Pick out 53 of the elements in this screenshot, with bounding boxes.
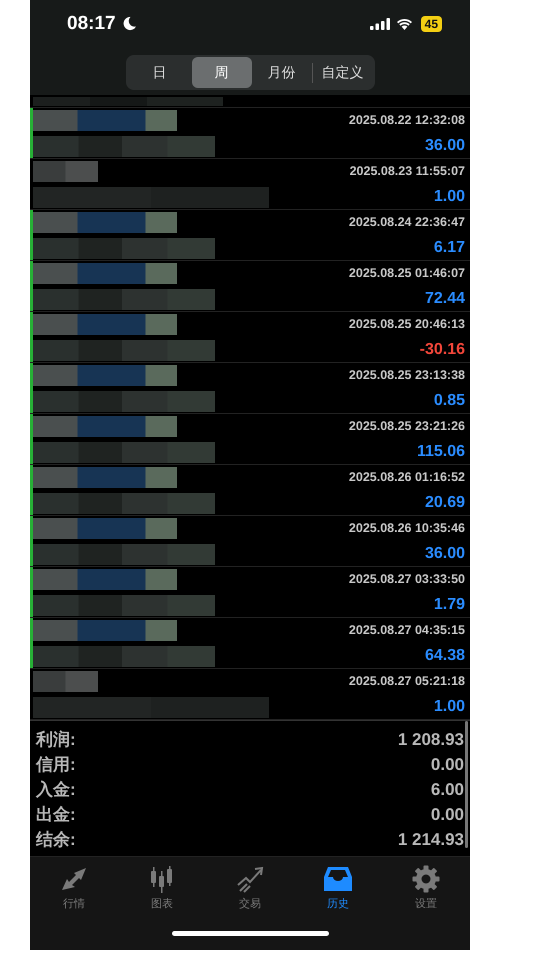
deal-amount: 0.85 [434,392,465,410]
summary-label: 信用: [36,754,76,776]
summary-value: 1 208.93 [398,730,464,750]
deal-time: 2025.08.24 22:36:47 [348,215,465,230]
deal-amount: 36.00 [424,137,465,156]
summary-label: 结余: [36,829,76,852]
deal-amount: 36.00 [424,545,465,564]
tab-quotes[interactable]: 行情 [30,857,118,918]
summary-value: 0.00 [430,804,464,825]
deal-time: 2025.08.27 04:35:15 [348,623,465,638]
tab-history[interactable]: 历史 [294,857,382,918]
deal-amount: 64.38 [424,647,465,666]
trend-arrow-icon [235,865,265,894]
summary-label: 入金: [36,779,76,802]
period-tab[interactable]: 日 [128,57,192,88]
moon-icon [122,16,137,32]
deal-amount: 115.06 [416,443,465,462]
inbox-tray-icon [323,865,353,894]
blurred-text [33,670,98,692]
deal-time: 2025.08.26 01:16:52 [348,470,465,484]
period-tab[interactable]: 周 [192,57,252,88]
blurred-text [33,160,98,182]
deal-time: 2025.08.25 23:13:38 [348,368,465,382]
wifi-icon [396,18,413,30]
tab-chart[interactable]: 图表 [118,857,206,918]
summary-label: 出金: [36,804,76,826]
summary-label: 利润: [36,729,76,752]
period-tab[interactable]: 月份 [252,57,312,88]
deal-time: 2025.08.22 12:32:08 [348,113,465,128]
period-tab[interactable]: 自定义 [312,57,372,88]
deal-time: 2025.08.27 03:33:50 [348,572,465,586]
summary-value: 6.00 [430,780,464,800]
deal-amount: 6.17 [434,239,465,258]
deal-amount: 20.69 [424,494,465,512]
deal-time: 2025.08.25 23:21:26 [348,419,465,434]
deal-time: 2025.08.27 05:21:18 [348,674,465,688]
deal-time: 2025.08.25 01:46:07 [348,266,465,280]
summary-value: 0.00 [430,754,464,775]
tab-trade[interactable]: 交易 [206,857,294,918]
deal-amount: 1.00 [434,188,465,206]
signal-icon [370,18,390,30]
deal-time: 2025.08.26 10:35:46 [348,521,465,536]
deal-amount: 72.44 [424,290,465,308]
summary-value: 1 214.93 [398,830,464,850]
status-time: 08:17 [67,12,116,35]
tab-settings[interactable]: 设置 [382,857,470,918]
deal-amount: 1.00 [434,698,465,716]
battery-level: 45 [420,16,442,32]
deal-amount: -30.16 [420,341,465,360]
settings-icon [411,865,441,894]
deal-time: 2025.08.25 20:46:13 [348,317,465,332]
deal-amount: 1.79 [434,596,465,614]
deal-time: 2025.08.23 11:55:07 [350,164,465,178]
